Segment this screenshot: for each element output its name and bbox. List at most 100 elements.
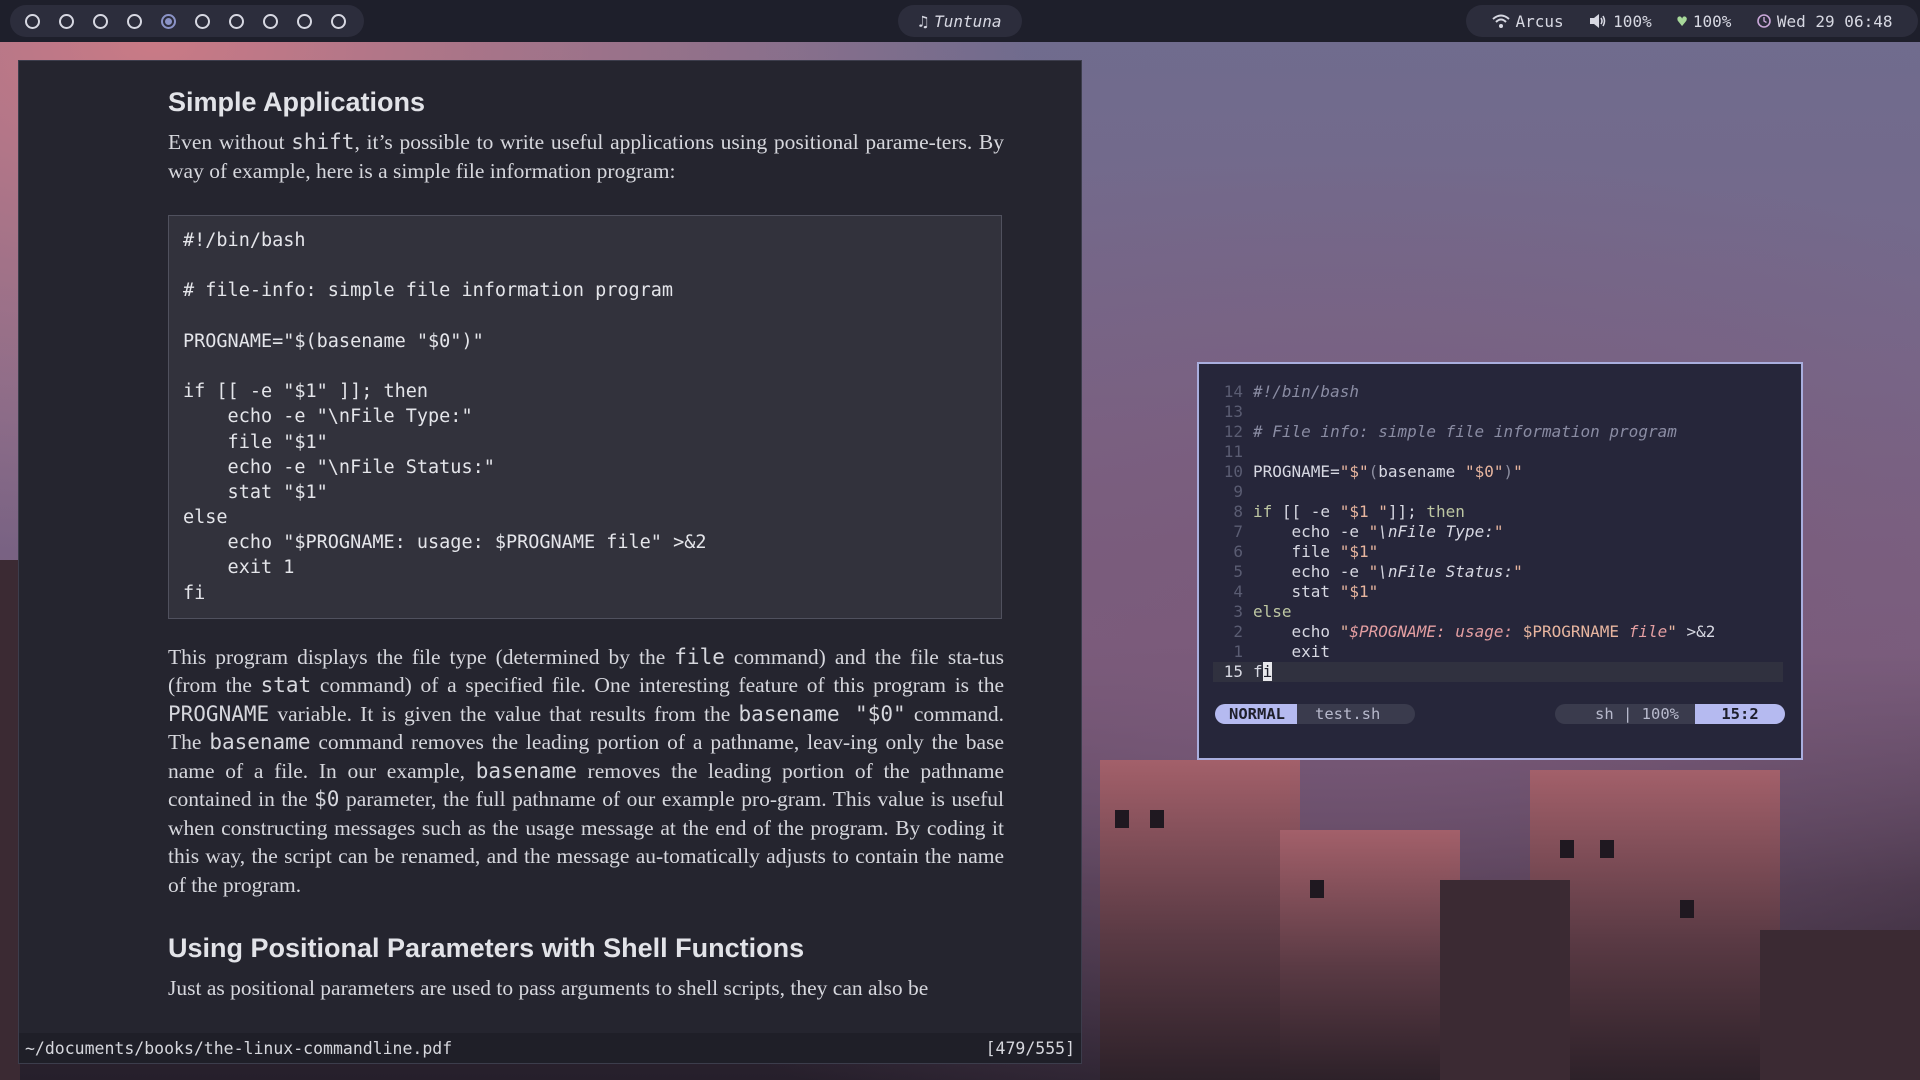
building-window (1115, 810, 1129, 828)
token: " (1368, 562, 1379, 581)
status-area: Arcus 100% ♥ 100% Wed 29 06:48 (1466, 5, 1918, 37)
line-number: 4 (1233, 582, 1243, 601)
editor-line: 10 PROGNAME="$"(basename "$0")" (1213, 462, 1783, 482)
code-line: echo "$PROGNAME: usage: $PROGNAME file" … (183, 532, 707, 554)
code-line: #!/bin/bash (183, 230, 306, 251)
building-window (1680, 900, 1694, 918)
line-text: stat "$1" (1253, 582, 1379, 602)
line-text: file "$1" (1253, 542, 1379, 562)
battery-widget[interactable]: ♥ 100% (1677, 12, 1731, 31)
workspace-6[interactable] (195, 14, 210, 29)
line-number: 14 (1223, 382, 1243, 401)
token: " (1368, 522, 1379, 541)
token: basename (1378, 462, 1465, 481)
volume-widget[interactable]: 100% (1589, 12, 1652, 31)
editor-line: 5 echo -e "\nFile Status:" (1213, 562, 1783, 582)
heart-icon: ♥ (1677, 11, 1687, 31)
building (1280, 830, 1460, 1080)
code-line: else (183, 507, 228, 529)
line-text: exit (1253, 642, 1331, 661)
token: " (1513, 462, 1523, 481)
text: command) of a specified file. One intere… (311, 673, 1004, 698)
music-note-icon: ♫ (918, 11, 929, 31)
code-line: exit 1 (183, 557, 295, 579)
line-number: 6 (1233, 542, 1243, 561)
token: " (1667, 622, 1677, 641)
music-widget[interactable]: ♫ Tuntuna (898, 5, 1022, 37)
token: PROGNAME= (1253, 462, 1340, 481)
token: then (1426, 502, 1465, 521)
inline-code: basename (209, 730, 311, 755)
mode-indicator: NORMAL (1215, 704, 1297, 724)
workspace-10[interactable] (331, 14, 346, 29)
code-line: fi (183, 582, 206, 604)
editor-line: 9 (1213, 482, 1783, 502)
building-window (1600, 840, 1614, 858)
line-number: 8 (1233, 502, 1243, 521)
token: \nFile Type: (1378, 522, 1494, 541)
wifi-ssid: Arcus (1515, 11, 1564, 31)
inline-code: PROGNAME (168, 701, 270, 726)
workspace-4[interactable] (127, 14, 142, 29)
wifi-icon (1491, 14, 1510, 28)
token: "$1" (1339, 542, 1379, 561)
line-text: echo -e "\nFile Type:" (1253, 522, 1504, 542)
text: Even without (168, 130, 292, 154)
workspace-5-active[interactable] (161, 14, 176, 29)
workspace-9[interactable] (297, 14, 312, 29)
token: echo -e (1253, 522, 1369, 541)
speaker-icon (1590, 14, 1606, 28)
top-bar: ♫ Tuntuna Arcus 100% ♥ 100% Wed 29 06:48 (0, 0, 1920, 42)
mode-segment: NORMAL test.sh (1215, 704, 1415, 724)
inline-code: $0 (314, 787, 340, 812)
building-window (1560, 840, 1574, 858)
token: $PROGNAME: usage: (1349, 622, 1523, 641)
token: file (1628, 622, 1668, 641)
building-window (1150, 810, 1164, 828)
token: stat (1253, 582, 1340, 601)
pdf-viewer-window[interactable]: Simple Applications Even without shift, … (18, 60, 1082, 1064)
building (1760, 930, 1920, 1080)
workspace-1[interactable] (25, 14, 40, 29)
workspace-3[interactable] (93, 14, 108, 29)
clock-widget[interactable]: Wed 29 06:48 (1757, 12, 1892, 31)
code-line: if [[ -e "$1" ]]; then (183, 381, 429, 403)
token: ) (1503, 462, 1514, 481)
token: "$1" (1339, 582, 1379, 601)
workspace-2[interactable] (59, 14, 74, 29)
code-line: # file-info: simple file information pro… (183, 280, 674, 302)
vim-terminal-window[interactable]: 14 #!/bin/bash 13 12 # File info: simple f… (1197, 362, 1803, 760)
line-text: echo -e "\nFile Status:" (1253, 562, 1523, 582)
inline-code: file (674, 644, 725, 669)
page-indicator: [479/555] (985, 1038, 1075, 1058)
building (0, 560, 20, 1080)
token: ]]; (1387, 502, 1427, 521)
token: " (1513, 562, 1523, 581)
line-number: 9 (1233, 482, 1243, 501)
inline-code: shift (291, 130, 355, 154)
inline-code: basename (475, 758, 577, 783)
workspace-7[interactable] (229, 14, 244, 29)
token: [[ -e (1272, 502, 1340, 521)
section-heading: Using Positional Parameters with Shell F… (168, 933, 805, 964)
code-line: echo -e "\nFile Status:" (183, 456, 495, 478)
token: echo (1253, 622, 1340, 641)
scroll-percent: 100% (1641, 705, 1679, 723)
editor-line: 11 (1213, 442, 1783, 462)
line-text: else (1253, 602, 1292, 621)
workspace-switcher (10, 5, 364, 37)
music-title: Tuntuna (934, 11, 1002, 31)
line-text: fi (1253, 662, 1273, 682)
code-line: file "$1" (183, 431, 328, 453)
line-number: 13 (1223, 402, 1243, 421)
building (1440, 880, 1570, 1080)
editor-line-current: 15 fi (1213, 662, 1783, 682)
wifi-widget[interactable]: Arcus (1491, 11, 1564, 31)
building (1100, 760, 1300, 1080)
line-number: 11 (1223, 442, 1243, 461)
inline-code: stat (260, 673, 312, 698)
editor-line: 4 stat "$1" (1213, 582, 1783, 602)
workspace-8[interactable] (263, 14, 278, 29)
line-number: 2 (1233, 622, 1243, 641)
editor-buffer[interactable]: 14 #!/bin/bash 13 12 # File info: simple f… (1213, 382, 1783, 682)
